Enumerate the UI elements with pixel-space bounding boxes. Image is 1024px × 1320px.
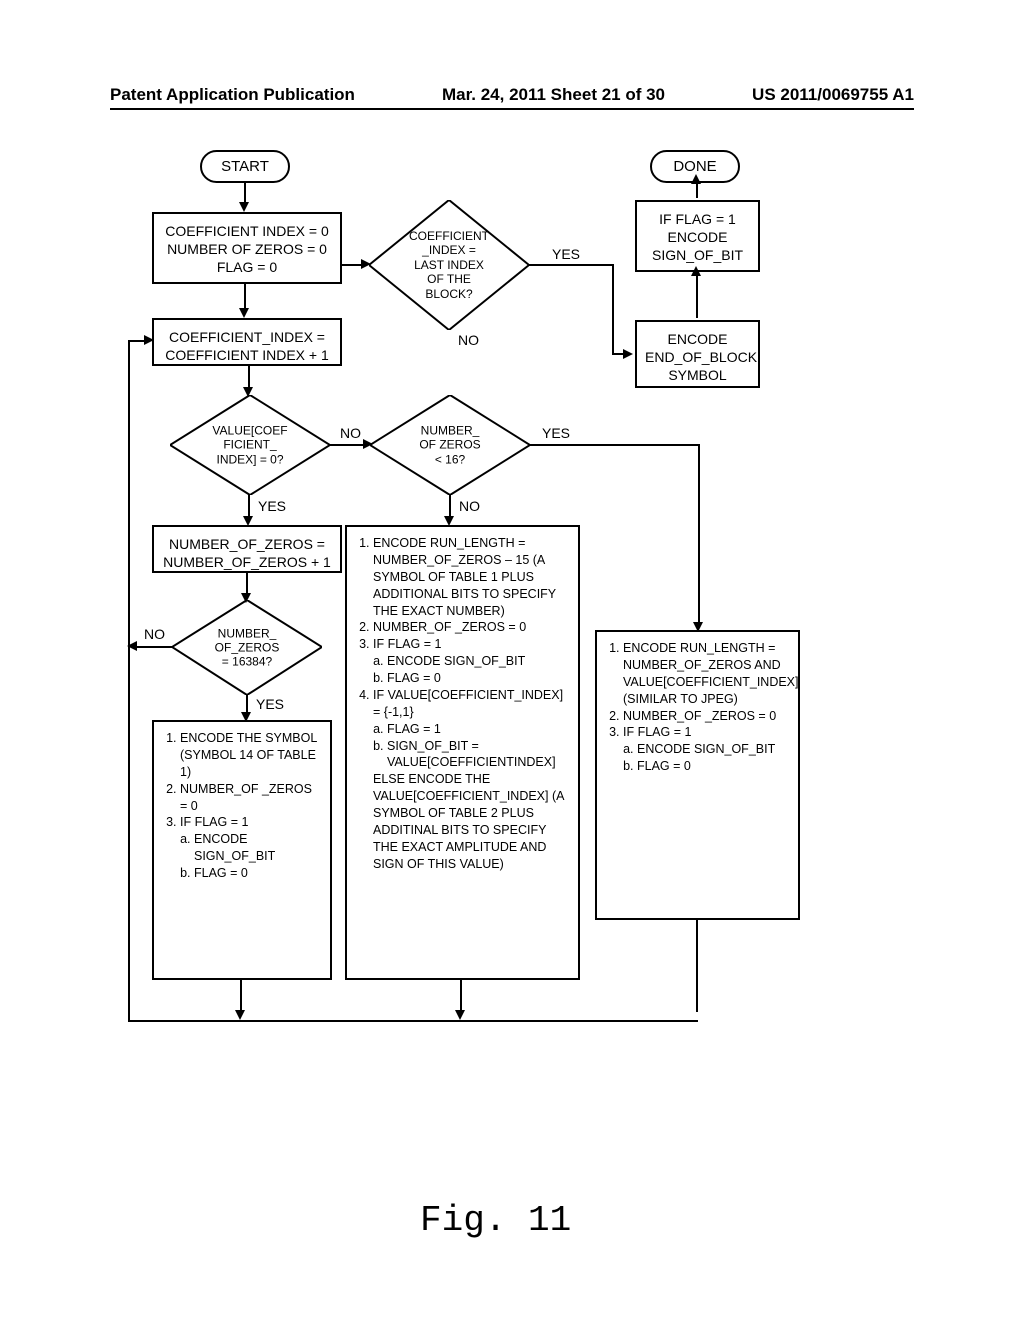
encode-eob-text: ENCODE END_OF_BLOCK SYMBOL	[645, 331, 757, 383]
arrowhead-icon	[363, 439, 373, 449]
arrowhead-icon	[691, 174, 701, 184]
arrowhead-icon	[241, 593, 251, 603]
arrowhead-icon	[693, 622, 703, 632]
label-no: NO	[338, 425, 363, 441]
arrowhead-icon	[691, 266, 701, 276]
label-no: NO	[457, 498, 482, 514]
arrow	[128, 1020, 698, 1022]
flag-encode-text: IF FLAG = 1 ENCODE SIGN_OF_BIT	[652, 211, 743, 263]
arrowhead-icon	[235, 1010, 245, 1020]
arrow	[460, 980, 462, 1012]
label-no: NO	[142, 626, 167, 642]
terminal-start: START	[200, 150, 290, 183]
arrow	[244, 284, 246, 309]
header-right: US 2011/0069755 A1	[752, 85, 914, 105]
done-label: DONE	[673, 158, 716, 175]
label-no: NO	[456, 332, 481, 348]
arrow	[128, 648, 130, 1022]
decision-value-zero: VALUE[COEF FICIENT_ INDEX] = 0?	[170, 395, 330, 495]
last-index-text: COEFFICIENT _INDEX = LAST INDEX OF THE B…	[385, 229, 513, 301]
arrowhead-icon	[144, 335, 154, 345]
arrow	[612, 264, 614, 354]
label-yes: YES	[550, 246, 582, 262]
process-encode-sym14: ENCODE THE SYMBOL (SYMBOL 14 OF TABLE 1)…	[152, 720, 332, 980]
arrow	[696, 275, 698, 318]
inc-zeros-text: NUMBER_OF_ZEROS = NUMBER_OF_ZEROS + 1	[163, 536, 331, 570]
zeros-lt16-text: NUMBER_ OF ZEROS < 16?	[386, 423, 514, 466]
arrow	[698, 444, 700, 624]
init-text: COEFFICIENT INDEX = 0 NUMBER OF ZEROS = …	[165, 223, 329, 275]
figure-caption: Fig. 11	[420, 1200, 571, 1241]
arrow	[530, 444, 700, 446]
start-label: START	[221, 158, 269, 175]
arrowhead-icon	[239, 202, 249, 212]
arrowhead-icon	[455, 1010, 465, 1020]
arrow	[240, 980, 242, 1012]
arrow	[248, 495, 250, 517]
label-yes: YES	[254, 696, 286, 712]
arrow	[246, 573, 248, 595]
arrow	[244, 183, 246, 203]
decision-zeros-lt16: NUMBER_ OF ZEROS < 16?	[370, 395, 530, 495]
process-flag-encode: IF FLAG = 1 ENCODE SIGN_OF_BIT	[635, 200, 760, 272]
process-encode-runlen-small: ENCODE RUN_LENGTH = NUMBER_OF_ZEROS AND …	[595, 630, 800, 920]
arrowhead-icon	[239, 308, 249, 318]
arrow	[248, 366, 250, 388]
process-init: COEFFICIENT INDEX = 0 NUMBER OF ZEROS = …	[152, 212, 342, 284]
process-encode-eob: ENCODE END_OF_BLOCK SYMBOL	[635, 320, 760, 388]
arrow	[696, 183, 698, 198]
decision-zeros-eq: NUMBER_ OF_ZEROS = 16384?	[172, 600, 322, 695]
arrow	[449, 495, 451, 517]
arrow	[246, 695, 248, 713]
header-center: Mar. 24, 2011 Sheet 21 of 30	[442, 85, 665, 105]
header-left: Patent Application Publication	[110, 85, 355, 105]
arrow	[342, 264, 362, 266]
process-increment: COEFFICIENT_INDEX = COEFFICIENT INDEX + …	[152, 318, 342, 366]
arrow	[128, 340, 130, 648]
arrowhead-icon	[361, 259, 371, 269]
arrow	[136, 646, 172, 648]
page-header: Patent Application Publication Mar. 24, …	[110, 85, 914, 110]
arrow	[529, 264, 614, 266]
label-yes: YES	[256, 498, 288, 514]
arrow	[612, 353, 626, 355]
process-encode-runlen-big: ENCODE RUN_LENGTH = NUMBER_OF_ZEROS – 15…	[345, 525, 580, 980]
flowchart-diagram: START DONE COEFFICIENT INDEX = 0 NUMBER …	[110, 140, 910, 1200]
label-yes: YES	[540, 425, 572, 441]
arrowhead-icon	[444, 516, 454, 526]
arrow	[696, 920, 698, 1012]
zeros-eq-text: NUMBER_ OF_ZEROS = 16384?	[187, 626, 307, 669]
arrow	[330, 444, 364, 446]
arrowhead-icon	[241, 712, 251, 722]
value-zero-text: VALUE[COEF FICIENT_ INDEX] = 0?	[186, 423, 314, 466]
decision-last-index: COEFFICIENT _INDEX = LAST INDEX OF THE B…	[369, 200, 529, 330]
arrowhead-icon	[243, 387, 253, 397]
process-inc-zeros: NUMBER_OF_ZEROS = NUMBER_OF_ZEROS + 1	[152, 525, 342, 573]
arrowhead-icon	[243, 516, 253, 526]
increment-text: COEFFICIENT_INDEX = COEFFICIENT INDEX + …	[165, 329, 329, 363]
